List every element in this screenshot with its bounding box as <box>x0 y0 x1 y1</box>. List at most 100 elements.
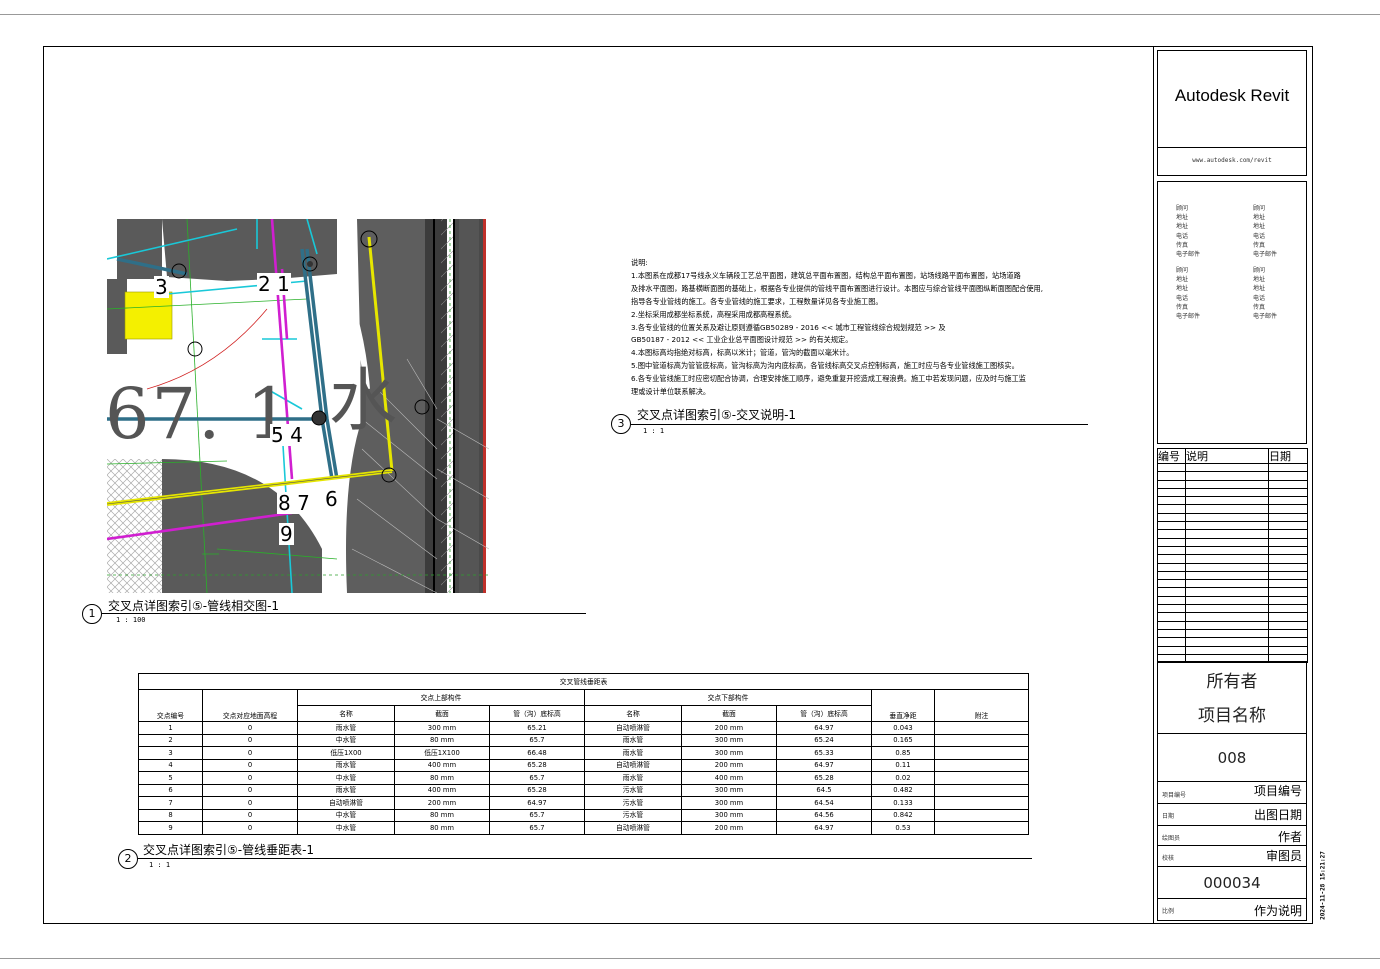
table-cell: 8 <box>138 808 203 822</box>
table-cell: 污水管 <box>584 796 682 810</box>
table-row[interactable]: 2 0 中水管 80 mm 65.7 雨水管 300 mm 65.24 0.165 <box>138 733 1030 747</box>
consultant-field: 传真 <box>1253 241 1266 249</box>
intersection-node <box>311 410 327 426</box>
revision-row <box>1157 579 1308 589</box>
revision-cell <box>1268 628 1308 639</box>
consultant-field: 传真 <box>1176 241 1189 249</box>
revision-row <box>1157 545 1308 556</box>
table-cell: 中水管 <box>297 733 395 747</box>
revision-cell <box>1157 545 1186 556</box>
notes-line-6: GB50187 - 2012 << 工业企业总平面图设计规范 >> 的有关规定。 <box>631 335 853 345</box>
revision-cell <box>1185 637 1269 647</box>
table-row[interactable]: 9 0 中水管 80 mm 65.7 自动喷淋管 200 mm 64.97 0.53 <box>138 821 1030 835</box>
view-3-title-line <box>631 424 1088 425</box>
page-border-top <box>0 14 1380 15</box>
revision-cell <box>1268 562 1308 572</box>
revision-cell <box>1185 471 1269 481</box>
consultant-field: 顾问 <box>1176 205 1189 212</box>
revision-cell <box>1157 604 1186 614</box>
revision-row <box>1157 554 1308 564</box>
table-cell: 低压1X00 <box>297 746 395 760</box>
table-cell: 300 mm <box>394 721 490 735</box>
revision-table: 编号 说明 日期 <box>1157 448 1308 664</box>
revision-cell <box>1185 604 1269 614</box>
revision-cell <box>1157 496 1186 506</box>
tb-divider-5 <box>1157 845 1307 846</box>
plan-view[interactable]: 67. 1 水 3 2 1 5 4 8 7 6 9 <box>107 219 489 593</box>
table-row[interactable]: 8 0 中水管 80 mm 65.7 污水管 300 mm 64.56 0.842 <box>138 808 1030 822</box>
rev-col-date: 日期 <box>1268 448 1308 464</box>
table-cell <box>933 796 1030 810</box>
revision-cell <box>1185 479 1269 489</box>
logo-box-divider <box>1157 147 1307 148</box>
consultant-field: 地址 <box>1253 276 1266 284</box>
revision-cell <box>1157 587 1186 597</box>
table-cell: 0.043 <box>871 721 935 735</box>
project-divider-1 <box>1157 733 1307 734</box>
view-3-number: 3 <box>611 414 631 434</box>
view-2-number: 2 <box>118 849 138 869</box>
revision-cell <box>1157 521 1186 531</box>
table-cell: 0.53 <box>871 821 935 835</box>
table-cell: 0 <box>202 808 298 822</box>
view-3-title[interactable]: 交叉点详图索引⑤-交叉说明-1 <box>637 406 796 423</box>
revision-cell <box>1268 545 1308 556</box>
revision-cell <box>1185 487 1269 498</box>
revision-cell <box>1268 595 1308 606</box>
table-cell: 0 <box>202 733 298 747</box>
revision-cell <box>1185 587 1269 597</box>
revision-cell <box>1157 471 1186 481</box>
table-row[interactable]: 3 0 低压1X00 低压1X100 66.48 雨水管 300 mm 65.33 0.85 <box>138 746 1030 760</box>
revision-cell <box>1157 620 1186 630</box>
notes-line-9: 6.各专业管线施工时应密切配合协调，合理安排施工顺序，避免重复开挖造成工程浪费。… <box>631 374 1026 384</box>
table-row[interactable]: 5 0 中水管 80 mm 65.7 雨水管 400 mm 65.28 0.02 <box>138 771 1030 785</box>
table-row[interactable]: 7 0 自动喷淋管 200 mm 64.97 污水管 300 mm 64.54 0.133 <box>138 796 1030 810</box>
table-row[interactable]: 1 0 雨水管 300 mm 65.21 自动喷淋管 200 mm 64.97 0.043 <box>138 721 1030 735</box>
table-cell: 自动喷淋管 <box>584 758 682 772</box>
table-row[interactable]: 6 0 雨水管 400 mm 65.28 污水管 300 mm 64.5 0.482 <box>138 783 1030 797</box>
table-cell: 0 <box>202 721 298 735</box>
revision-cell <box>1157 645 1186 655</box>
table-cell: 80 mm <box>394 821 490 835</box>
table-cell: 1 <box>138 721 203 735</box>
table-cell: 64.97 <box>776 758 872 772</box>
table-cell: 65.33 <box>776 746 872 760</box>
table-cell: 65.28 <box>776 771 872 785</box>
revision-cell <box>1185 545 1269 556</box>
revision-row <box>1157 604 1308 614</box>
revision-cell <box>1268 529 1308 539</box>
table-cell: 0 <box>202 746 298 760</box>
table-cell: 中水管 <box>297 821 395 835</box>
consultant-field: 地址 <box>1176 223 1189 231</box>
sheet-id: 008 <box>1217 749 1247 767</box>
view-2-title[interactable]: 交叉点详图索引⑤-管线垂距表-1 <box>143 841 314 858</box>
titleblock-divider <box>1153 46 1154 924</box>
revision-cell <box>1157 529 1186 539</box>
revit-url[interactable]: www.autodesk.com/revit <box>1157 157 1307 164</box>
hatched-area <box>107 459 162 593</box>
table-cell: 雨水管 <box>297 758 395 772</box>
tb-value-project-number: 项目编号 <box>1253 784 1302 798</box>
table-cell: 0 <box>202 796 298 810</box>
revision-cell <box>1157 479 1186 489</box>
table-cell <box>933 821 1030 835</box>
revision-cell <box>1185 595 1269 606</box>
consultant-field: 地址 <box>1176 214 1189 222</box>
notes-line-8: 5.图中管道标高为管管底标高，管沟标高为沟内底标高，各管线标高交叉点控制标高，施… <box>631 361 1019 371</box>
table-cell: 0 <box>202 821 298 835</box>
revision-cell <box>1268 487 1308 498</box>
revision-cell <box>1157 462 1186 473</box>
view-1-title[interactable]: 交叉点详图索引⑤-管线相交图-1 <box>108 597 279 614</box>
tb-value-date: 出图日期 <box>1253 808 1302 822</box>
revision-cell <box>1157 579 1186 589</box>
consultant-field: 地址 <box>1253 214 1266 222</box>
consultant-field: 电子邮件 <box>1253 313 1278 320</box>
table-cell: 雨水管 <box>297 721 395 735</box>
table-cell: 2 <box>138 733 203 747</box>
table-row[interactable]: 4 0 雨水管 400 mm 65.28 自动喷淋管 200 mm 64.97 0.11 <box>138 758 1030 772</box>
table-cell: 65.7 <box>489 733 585 747</box>
revision-cell <box>1185 628 1269 639</box>
table-cell: 300 mm <box>681 783 777 797</box>
col-upper-name: 名称 <box>297 705 395 722</box>
revision-cell <box>1268 604 1308 614</box>
